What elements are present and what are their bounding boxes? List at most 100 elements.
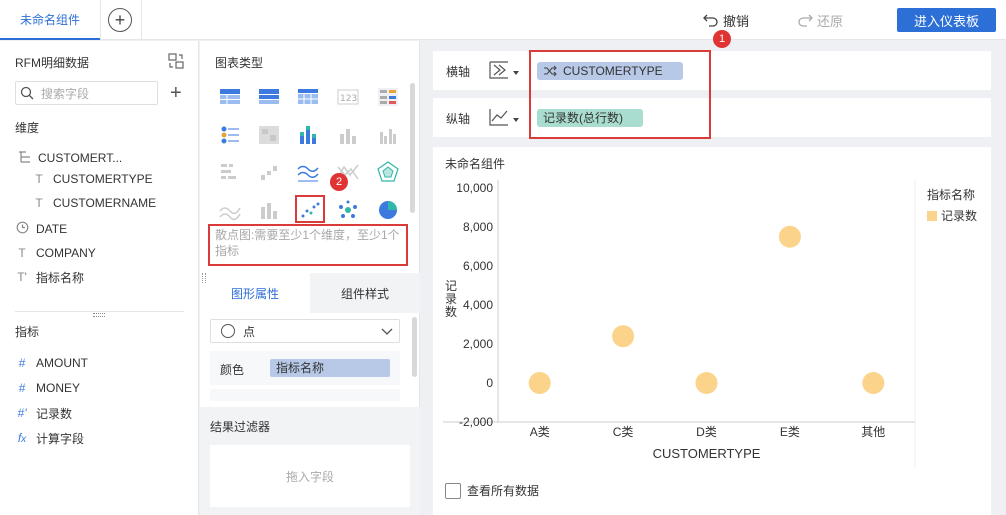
field-search-input[interactable]: 搜索字段 (15, 81, 158, 105)
x-axis-caret-icon[interactable] (513, 71, 519, 75)
y-axis-caret-icon[interactable] (513, 118, 519, 122)
dimension-field-label: DATE (36, 222, 68, 236)
radar-chart-icon[interactable] (377, 161, 399, 183)
hash-icon: # (18, 381, 26, 395)
horizontal-bar-disabled-icon[interactable] (219, 161, 241, 183)
result-filter-area: 结果过滤器 拖入字段 (200, 407, 420, 515)
measure-section-label: 指标 (15, 325, 40, 339)
x-tick-label: 其他 (861, 425, 885, 439)
dataset-title: RFM明细数据 (15, 56, 89, 70)
show-all-data-label: 查看所有数据 (467, 484, 540, 498)
bar-variant-disabled-icon[interactable] (258, 199, 280, 221)
scatter-point (862, 372, 885, 394)
bubble-cluster-icon[interactable] (337, 199, 359, 221)
x-axis-row: 横轴 CUSTOMERTYPE (433, 51, 991, 90)
scatter-point (778, 225, 801, 248)
dimension-field-label: CUSTOMERT... (38, 151, 123, 165)
y-tick-label: 10,000 (456, 181, 493, 195)
tab-graphic-attributes[interactable]: 图形属性 (200, 273, 310, 313)
bar-chart-disabled-icon[interactable] (337, 124, 359, 146)
table-icon[interactable] (219, 86, 241, 108)
dimension-field-customertype[interactable]: T CUSTOMERTYPE (32, 171, 153, 187)
legend-swatch (927, 210, 937, 221)
measure-field-label: 记录数 (36, 406, 73, 421)
dimension-field-label: CUSTOMERNAME (53, 196, 157, 210)
point-shape-icon (221, 324, 235, 338)
measure-field-amount[interactable]: # AMOUNT (15, 355, 88, 371)
y-axis-title-char: 录 (445, 292, 457, 306)
color-attribute-row[interactable]: 颜色 指标名称 (210, 351, 400, 385)
svg-text:123: 123 (340, 94, 357, 104)
search-icon (20, 86, 34, 100)
next-attribute-row[interactable] (210, 389, 400, 401)
axes-highlight-box (529, 50, 711, 139)
tab-component-style[interactable]: 组件样式 (310, 273, 420, 313)
attribute-scrollbar[interactable] (412, 317, 417, 377)
show-all-data-checkbox[interactable]: 查看所有数据 (445, 482, 539, 499)
chart-type-title: 图表类型 (215, 56, 264, 70)
add-field-button[interactable]: + (170, 81, 182, 105)
dimension-field-label: CUSTOMERTYPE (53, 172, 153, 186)
dimension-field-company[interactable]: T COMPANY (15, 245, 95, 261)
redo-button[interactable]: 还原 (797, 11, 843, 29)
checkbox[interactable] (445, 482, 461, 499)
stacked-bar-icon[interactable] (297, 124, 319, 146)
tab-unnamed-component[interactable]: 未命名组件 (0, 0, 100, 40)
dimension-field-date[interactable]: DATE (15, 221, 67, 237)
multi-kpi-icon[interactable] (377, 86, 399, 108)
text-type-icon: T (35, 196, 43, 210)
x-tick-label: E类 (780, 425, 800, 439)
search-placeholder: 搜索字段 (41, 86, 90, 101)
dimension-field-customername[interactable]: T CUSTOMERNAME (32, 195, 156, 211)
dimension-field-label: 指标名称 (36, 270, 85, 285)
axis-type-icon[interactable] (488, 60, 510, 80)
pie-chart-icon[interactable] (377, 199, 399, 221)
group-table-icon[interactable] (258, 86, 280, 108)
measure-field-money[interactable]: # MONEY (15, 380, 80, 396)
y-tick-label: 6,000 (463, 259, 493, 273)
line-chart-icon[interactable] (297, 161, 319, 183)
dimension-section-label: 维度 (15, 121, 40, 135)
filter-drop-zone[interactable]: 拖入字段 (210, 445, 410, 507)
scatter-point (695, 372, 718, 394)
y-tick-label: 0 (486, 376, 493, 390)
color-label: 颜色 (220, 363, 245, 377)
heatmap-icon[interactable] (258, 124, 280, 146)
chart-type-scrollbar[interactable] (410, 83, 415, 213)
undo-icon (703, 14, 718, 27)
text-type-icon: T (18, 246, 26, 260)
dimension-field-hierarchy[interactable]: CUSTOMERT... (17, 150, 122, 166)
measure-field-record-count[interactable]: #' 记录数 (15, 405, 73, 421)
x-axis-label: 横轴 (446, 65, 471, 79)
step-badge-2: 2 (330, 173, 348, 191)
color-field-pill[interactable]: 指标名称 (270, 359, 390, 377)
switch-dataset-icon[interactable] (168, 53, 184, 69)
x-axis-title: CUSTOMERTYPE (653, 446, 761, 461)
top-bar: 未命名组件 + 撤销 还原 进入仪表板 (0, 0, 1006, 40)
grouped-bar-disabled-icon[interactable] (377, 124, 399, 146)
indicator-card-icon[interactable] (219, 124, 241, 146)
kpi-number-icon[interactable]: 123 (337, 86, 359, 108)
y-tick-label: 4,000 (463, 298, 493, 312)
side-resize-grip-icon[interactable] (202, 273, 206, 283)
enter-dashboard-button[interactable]: 进入仪表板 (897, 8, 996, 32)
x-tick-label: D类 (696, 425, 717, 439)
legend-item[interactable]: 记录数 (927, 207, 977, 224)
measure-field-label: 计算字段 (36, 431, 85, 446)
resize-grip-icon[interactable] (93, 313, 105, 317)
add-tab-button[interactable]: + (108, 8, 132, 32)
waterfall-disabled-icon[interactable] (258, 161, 280, 183)
redo-label: 还原 (817, 13, 844, 29)
measure-field-calculated[interactable]: fx 计算字段 (15, 430, 84, 446)
combo-line-disabled-icon[interactable] (219, 199, 241, 221)
tab-divider (100, 0, 101, 40)
axis-type-icon[interactable] (488, 107, 510, 127)
clock-icon (15, 221, 29, 237)
scatter-plot: 10,000 8,000 6,000 4,000 2,000 0 -2,000 记录数 A类 C类… (443, 180, 916, 467)
mark-shape-value: 点 (243, 324, 256, 339)
cross-table-icon[interactable] (297, 86, 319, 108)
chart-type-hint: 散点图:需要至少1个维度，至少1个指标 (215, 228, 400, 258)
undo-button[interactable]: 撤销 (703, 11, 749, 29)
mark-shape-select[interactable]: 点 (210, 319, 400, 343)
dimension-field-metric-name[interactable]: T' 指标名称 (15, 269, 84, 285)
